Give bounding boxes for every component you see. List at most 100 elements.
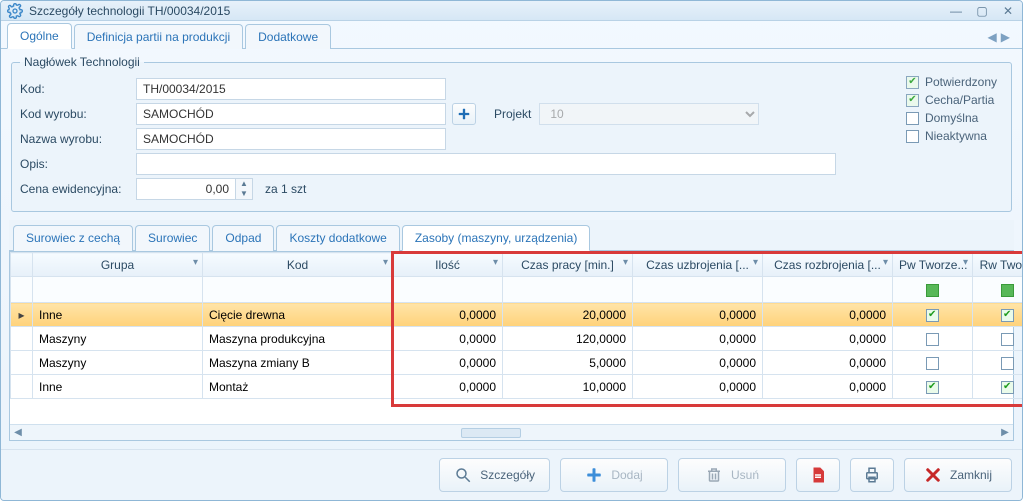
filter-kod[interactable] xyxy=(203,277,393,303)
col-czas-uz[interactable]: Czas uzbrojenia [...▾ xyxy=(633,253,763,277)
dodaj-button[interactable]: Dodaj xyxy=(560,458,668,492)
main-tabs: Ogólne Definicja partii na produkcji Dod… xyxy=(1,21,1022,49)
subtab-koszty[interactable]: Koszty dodatkowe xyxy=(276,225,399,251)
dodaj-label: Dodaj xyxy=(611,468,642,482)
usun-button[interactable]: Usuń xyxy=(678,458,786,492)
spinner-buttons: ▲ ▼ xyxy=(236,178,253,200)
grid-filter-row xyxy=(11,277,1023,303)
col-kod[interactable]: Kod▾ xyxy=(203,253,393,277)
col-grupa[interactable]: Grupa▾ xyxy=(33,253,203,277)
cell-czas-pracy: 5,0000 xyxy=(503,351,633,375)
filter-grupa[interactable] xyxy=(33,277,203,303)
table-row[interactable]: MaszynyMaszyna produkcyjna0,0000120,0000… xyxy=(11,327,1023,351)
pdf-button[interactable] xyxy=(796,458,840,492)
tabs-next-icon[interactable]: ▶ xyxy=(1001,30,1010,44)
label-kod: Kod: xyxy=(20,82,130,96)
spinner-up-icon[interactable]: ▲ xyxy=(236,179,252,189)
table-row[interactable]: ▸InneCięcie drewna0,000020,00000,00000,0… xyxy=(11,303,1023,327)
cell-czas-pracy: 120,0000 xyxy=(503,327,633,351)
check-potwierdzony[interactable] xyxy=(906,76,919,89)
tab-dodatkowe[interactable]: Dodatkowe xyxy=(245,24,331,49)
cell-pw[interactable] xyxy=(893,327,973,351)
checkbox-icon xyxy=(926,381,939,394)
close-button[interactable]: ✕ xyxy=(1000,4,1016,18)
cell-rw[interactable] xyxy=(973,351,1023,375)
tab-definicja-partii[interactable]: Definicja partii na produkcji xyxy=(74,24,243,49)
scroll-left-icon[interactable]: ◀ xyxy=(10,425,26,441)
spinner-down-icon[interactable]: ▼ xyxy=(236,189,252,199)
filter-icon[interactable]: ▾ xyxy=(883,257,888,268)
cell-pw[interactable] xyxy=(893,375,973,399)
input-kod[interactable] xyxy=(136,78,446,100)
check-nieaktywna[interactable] xyxy=(906,130,919,143)
cell-pw[interactable] xyxy=(893,303,973,327)
checkbox-icon xyxy=(1001,381,1014,394)
add-wyrob-button[interactable] xyxy=(452,103,476,125)
close-x-icon xyxy=(924,466,942,484)
subtab-surowiec[interactable]: Surowiec xyxy=(135,225,210,251)
subtab-zasoby[interactable]: Zasoby (maszyny, urządzenia) xyxy=(402,225,591,251)
filter-czas-uz[interactable] xyxy=(633,277,763,303)
table-row[interactable]: InneMontaż0,000010,00000,00000,0000 xyxy=(11,375,1023,399)
filter-czas-roz[interactable] xyxy=(763,277,893,303)
spinner-cena: ▲ ▼ xyxy=(136,178,253,200)
szczegoly-button[interactable]: Szczegóły xyxy=(439,458,550,492)
check-domyslna-label: Domyślna xyxy=(925,111,978,125)
cell-pw[interactable] xyxy=(893,351,973,375)
filter-rw[interactable] xyxy=(973,277,1023,303)
cell-czas-pracy: 20,0000 xyxy=(503,303,633,327)
zamknij-button[interactable]: Zamknij xyxy=(904,458,1012,492)
label-kod-wyrobu: Kod wyrobu: xyxy=(20,107,130,121)
filter-icon[interactable]: ▾ xyxy=(193,257,198,268)
row-indicator xyxy=(11,327,33,351)
col-rw[interactable]: Rw Twor...▾ xyxy=(973,253,1023,277)
col-pw[interactable]: Pw Tworze...▾ xyxy=(893,253,973,277)
print-button[interactable] xyxy=(850,458,894,492)
filter-icon[interactable]: ▾ xyxy=(493,257,498,268)
filter-icon[interactable]: ▾ xyxy=(383,257,388,268)
subtab-label: Surowiec xyxy=(148,231,197,245)
subtab-surowiec-cecha[interactable]: Surowiec z cechą xyxy=(13,225,133,251)
filter-icon[interactable]: ▾ xyxy=(963,257,968,268)
table-row[interactable]: MaszynyMaszyna zmiany B0,00005,00000,000… xyxy=(11,351,1023,375)
col-ilosc[interactable]: Ilość▾ xyxy=(393,253,503,277)
filter-icon[interactable]: ▾ xyxy=(753,257,758,268)
filter-pw[interactable] xyxy=(893,277,973,303)
panel-ogolne: Nagłówek Technologii Kod: Kod wyrobu: Pr… xyxy=(1,49,1022,449)
select-projekt[interactable]: 10 xyxy=(539,103,759,125)
cell-rw[interactable] xyxy=(973,327,1023,351)
check-cecha[interactable] xyxy=(906,94,919,107)
checkbox-panel: Potwierdzony Cecha/Partia Domyślna Nieak… xyxy=(906,75,1003,203)
col-czas-pracy[interactable]: Czas pracy [min.]▾ xyxy=(503,253,633,277)
filter-icon[interactable]: ▾ xyxy=(623,257,628,268)
title-bar: Szczegóły technologii TH/00034/2015 — ▢ … xyxy=(1,1,1022,21)
input-opis[interactable] xyxy=(136,153,836,175)
filter-czas-pracy[interactable] xyxy=(503,277,633,303)
subtab-odpad[interactable]: Odpad xyxy=(212,225,274,251)
grid-header-row: Grupa▾ Kod▾ Ilość▾ Czas pracy [min.]▾ Cz… xyxy=(11,253,1023,277)
footer: Szczegóły Dodaj Usuń Zamknij xyxy=(1,449,1022,500)
fieldset-naglowek: Nagłówek Technologii Kod: Kod wyrobu: Pr… xyxy=(11,55,1012,212)
col-czas-roz[interactable]: Czas rozbrojenia [...▾ xyxy=(763,253,893,277)
scroll-right-icon[interactable]: ▶ xyxy=(997,425,1013,441)
col-mark[interactable] xyxy=(11,253,33,277)
printer-icon xyxy=(863,466,881,484)
cell-rw[interactable] xyxy=(973,375,1023,399)
filter-ilosc[interactable] xyxy=(393,277,503,303)
check-nieaktywna-label: Nieaktywna xyxy=(925,129,987,143)
input-kod-wyrobu[interactable] xyxy=(136,103,446,125)
input-nazwa-wyrobu[interactable] xyxy=(136,128,446,150)
tabs-prev-icon[interactable]: ◀ xyxy=(988,30,997,44)
check-domyslna[interactable] xyxy=(906,112,919,125)
minimize-button[interactable]: — xyxy=(948,4,964,18)
tab-ogolne[interactable]: Ogólne xyxy=(7,23,72,49)
checkbox-icon xyxy=(926,333,939,346)
cell-grupa: Inne xyxy=(33,303,203,327)
maximize-button[interactable]: ▢ xyxy=(974,4,990,18)
cell-grupa: Maszyny xyxy=(33,327,203,351)
cell-rw[interactable] xyxy=(973,303,1023,327)
input-cena[interactable] xyxy=(136,178,236,200)
scroll-thumb[interactable] xyxy=(461,428,521,438)
row-indicator xyxy=(11,351,33,375)
grid-horizontal-scrollbar[interactable]: ◀ ▶ xyxy=(10,424,1013,440)
